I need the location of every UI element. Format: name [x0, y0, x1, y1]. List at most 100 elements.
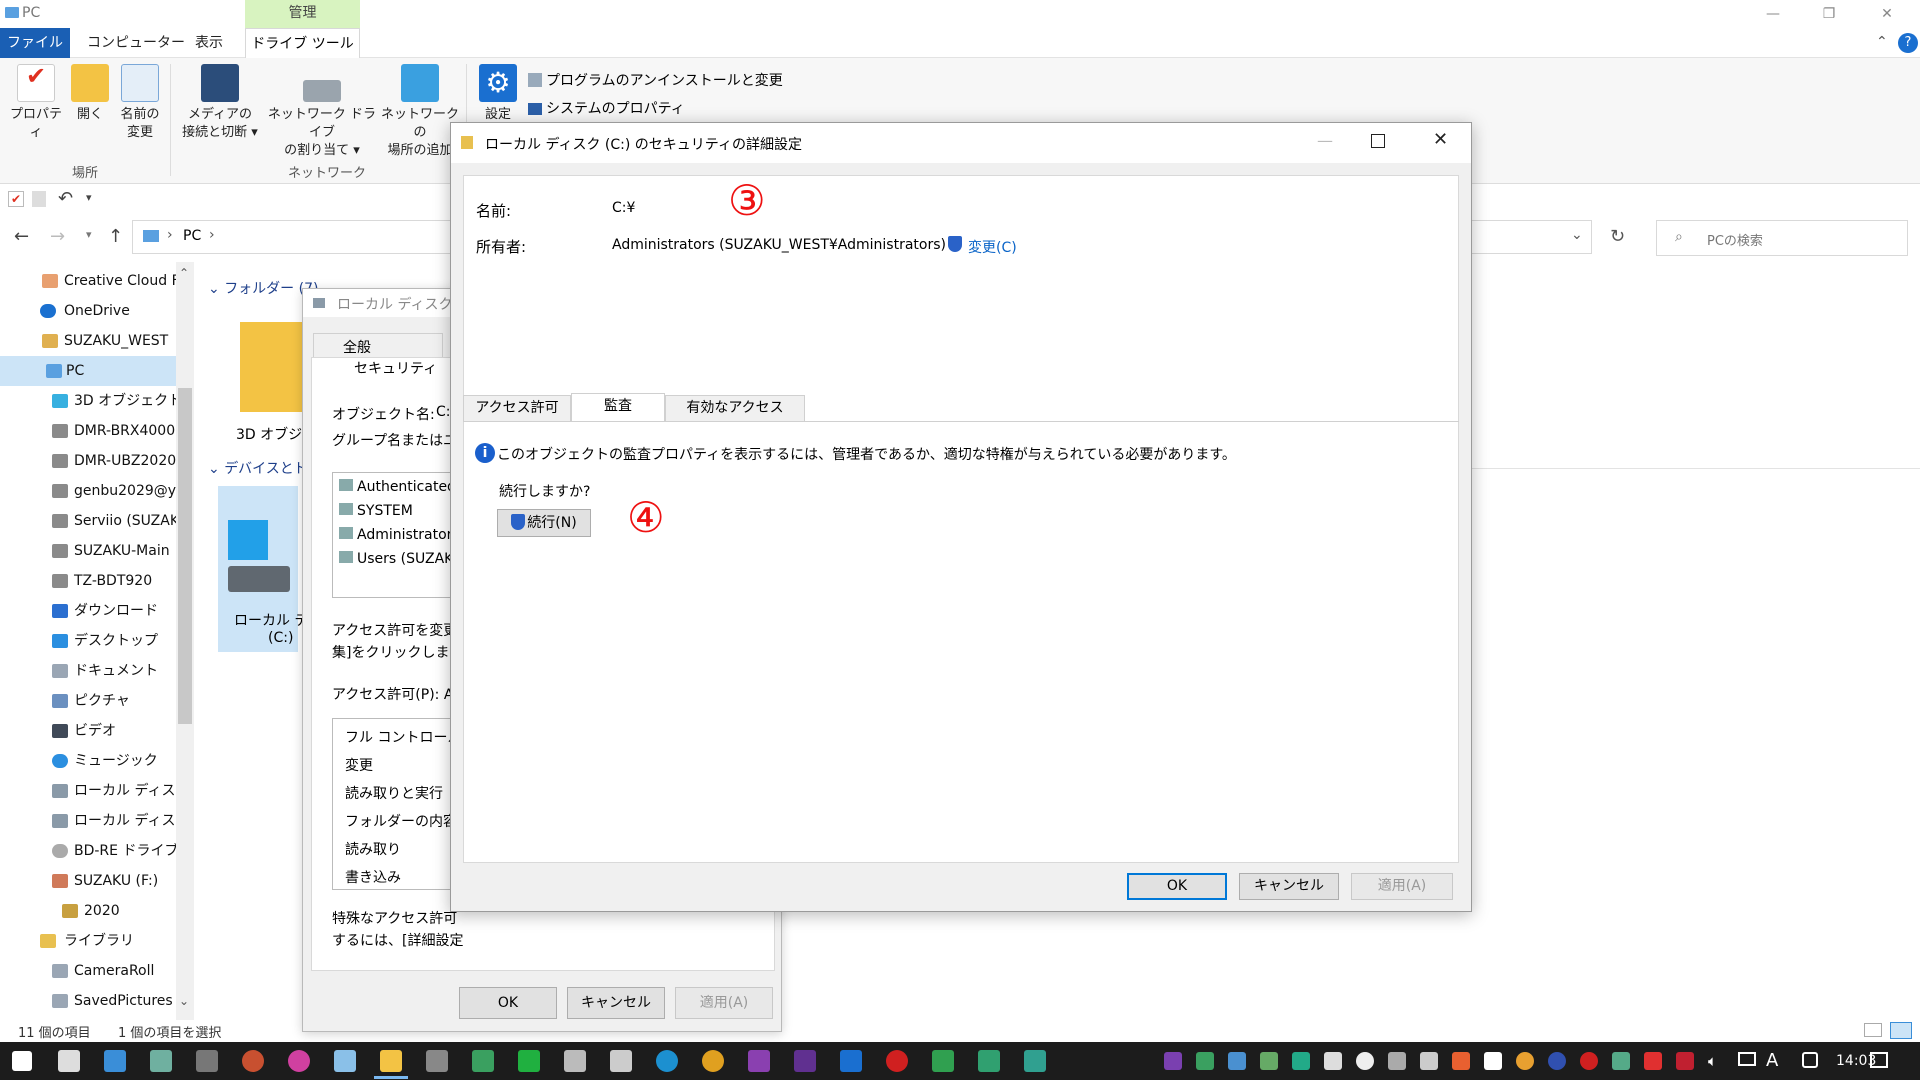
- shield-icon[interactable]: [1484, 1052, 1502, 1070]
- rename-button[interactable]: 名前の 変更: [114, 64, 166, 142]
- taskbar-app-icon[interactable]: [886, 1050, 908, 1072]
- adv-apply-button[interactable]: 適用(A): [1351, 873, 1453, 900]
- onenote-icon[interactable]: [748, 1050, 770, 1072]
- scroll-down-icon[interactable]: ⌄: [179, 994, 189, 1008]
- tray-icon[interactable]: [1548, 1052, 1566, 1070]
- music-app-icon[interactable]: [288, 1050, 310, 1072]
- nav-item[interactable]: DMR-BRX4000: [0, 416, 176, 446]
- map-network-drive-button[interactable]: ネットワーク ドライブ の割り当て ▾: [264, 64, 380, 160]
- tab-permissions[interactable]: アクセス許可: [463, 395, 571, 421]
- properties-qat-icon[interactable]: ✔: [8, 191, 24, 207]
- nav-item[interactable]: ミュージック: [0, 746, 176, 776]
- nav-item[interactable]: ビデオ: [0, 716, 176, 746]
- nav-scrollbar-thumb[interactable]: [178, 388, 192, 724]
- volume-icon[interactable]: 🔈︎: [1708, 1052, 1717, 1070]
- cancel-button[interactable]: キャンセル: [567, 987, 665, 1019]
- large-icons-view-icon[interactable]: [1890, 1022, 1912, 1039]
- taskbar-app-icon[interactable]: [932, 1050, 954, 1072]
- taskbar-app-icon[interactable]: [518, 1050, 540, 1072]
- adv-ok-button[interactable]: OK: [1127, 873, 1227, 900]
- nav-item[interactable]: デスクトップ: [0, 626, 176, 656]
- tray-icon[interactable]: [1196, 1052, 1214, 1070]
- mail-icon[interactable]: [104, 1050, 126, 1072]
- tab-drive-tools[interactable]: ドライブ ツール: [245, 28, 360, 58]
- nav-item[interactable]: Creative Cloud F: [0, 266, 176, 296]
- file-explorer-icon[interactable]: [380, 1050, 402, 1072]
- taskbar-app-icon[interactable]: [610, 1050, 632, 1072]
- list-item[interactable]: Authenticated: [339, 479, 456, 495]
- start-windows-icon[interactable]: [12, 1051, 32, 1071]
- list-item[interactable]: Users (SUZAKU: [339, 551, 463, 567]
- tray-icon[interactable]: [1580, 1052, 1598, 1070]
- nav-item[interactable]: 3D オブジェクト: [0, 386, 176, 416]
- nav-item[interactable]: SUZAKU (F:): [0, 866, 176, 896]
- tray-icon[interactable]: [1420, 1052, 1438, 1070]
- breadcrumb-pc[interactable]: PC: [183, 228, 201, 244]
- taskbar-app-icon[interactable]: [794, 1050, 816, 1072]
- nav-item[interactable]: SavedPictures: [0, 986, 176, 1016]
- tray-icon[interactable]: [1676, 1052, 1694, 1070]
- qat-dropdown-icon[interactable]: ▾: [86, 191, 92, 204]
- drive-c-tile[interactable]: ローカル ディ (C:): [218, 486, 321, 652]
- new-folder-qat-icon[interactable]: [32, 191, 46, 207]
- tray-icon[interactable]: [1516, 1052, 1534, 1070]
- adv-cancel-button[interactable]: キャンセル: [1239, 873, 1339, 900]
- tray-icon[interactable]: [1452, 1052, 1470, 1070]
- nav-item-pc[interactable]: PC: [0, 356, 176, 386]
- settings-button[interactable]: ⚙ 設定: [476, 64, 520, 124]
- taskbar-app-icon[interactable]: [1024, 1050, 1046, 1072]
- change-owner-link[interactable]: 変更(C): [968, 237, 1017, 257]
- focus-assist-icon[interactable]: [1802, 1052, 1818, 1068]
- taskbar-app-icon[interactable]: [426, 1050, 448, 1072]
- taskbar-app-icon[interactable]: [334, 1050, 356, 1072]
- taskbar-app-icon[interactable]: [150, 1050, 172, 1072]
- nav-item[interactable]: BD-RE ドライブ (: [0, 836, 176, 866]
- taskbar-app-icon[interactable]: [564, 1050, 586, 1072]
- properties-button[interactable]: ✔ プロパティ: [8, 64, 64, 142]
- list-item[interactable]: Administrators: [339, 527, 460, 543]
- nav-item[interactable]: genbu2029@ya: [0, 476, 176, 506]
- uninstall-program-button[interactable]: プログラムのアンインストールと変更: [528, 70, 783, 90]
- collapse-ribbon-icon[interactable]: ⌃: [1876, 34, 1888, 50]
- permissions-list[interactable]: フル コントロール 変更 読み取りと実行 フォルダーの内容の 読み取り 書き込み: [332, 718, 452, 890]
- scroll-up-icon[interactable]: ⌃: [179, 266, 189, 280]
- help-icon[interactable]: ?: [1898, 33, 1918, 53]
- group-list[interactable]: Authenticated SYSTEM Administrators User…: [332, 472, 463, 598]
- nav-item[interactable]: Serviio (SUZAK: [0, 506, 176, 536]
- edge-icon[interactable]: [656, 1050, 678, 1072]
- tab-view[interactable]: 表示: [182, 28, 236, 58]
- forward-icon[interactable]: →: [50, 226, 65, 247]
- close-button[interactable]: ✕: [1864, 0, 1910, 28]
- tray-icon[interactable]: [1164, 1052, 1182, 1070]
- tray-icon[interactable]: [1260, 1052, 1278, 1070]
- tray-icon[interactable]: [1228, 1052, 1246, 1070]
- details-view-icon[interactable]: [1864, 1023, 1882, 1037]
- list-item[interactable]: SYSTEM: [339, 503, 413, 519]
- nav-item[interactable]: ライブラリ: [0, 926, 176, 956]
- adv-maximize-button[interactable]: [1371, 134, 1385, 148]
- tab-computer[interactable]: コンピューター: [74, 28, 198, 58]
- nav-item[interactable]: 2020: [0, 896, 176, 926]
- nav-item[interactable]: DMR-UBZ2020: [0, 446, 176, 476]
- network-icon[interactable]: [1738, 1052, 1756, 1066]
- taskbar-app-icon[interactable]: [58, 1050, 80, 1072]
- continue-button[interactable]: 続行(N): [497, 509, 591, 537]
- open-button[interactable]: 開く: [70, 64, 110, 124]
- undo-icon[interactable]: ↶: [58, 188, 73, 209]
- add-network-location-button[interactable]: ネットワークの 場所の追加: [380, 64, 460, 160]
- apply-button[interactable]: 適用(A): [675, 987, 773, 1019]
- taskbar-app-icon[interactable]: [472, 1050, 494, 1072]
- nav-item[interactable]: OneDrive: [0, 296, 176, 326]
- minimize-button[interactable]: —: [1750, 0, 1796, 28]
- taskbar-app-icon[interactable]: [978, 1050, 1000, 1072]
- chrome-icon[interactable]: [702, 1050, 724, 1072]
- refresh-icon[interactable]: ↻: [1610, 226, 1625, 247]
- tray-icon[interactable]: [1388, 1052, 1406, 1070]
- system-properties-button[interactable]: システムのプロパティ: [528, 98, 685, 118]
- nav-item[interactable]: ドキュメント: [0, 656, 176, 686]
- nav-item[interactable]: SUZAKU_WEST: [0, 326, 176, 356]
- outlook-icon[interactable]: [840, 1050, 862, 1072]
- nav-item[interactable]: ローカル ディスク (: [0, 806, 176, 836]
- ok-button[interactable]: OK: [459, 987, 557, 1019]
- ime-indicator[interactable]: A: [1766, 1050, 1778, 1071]
